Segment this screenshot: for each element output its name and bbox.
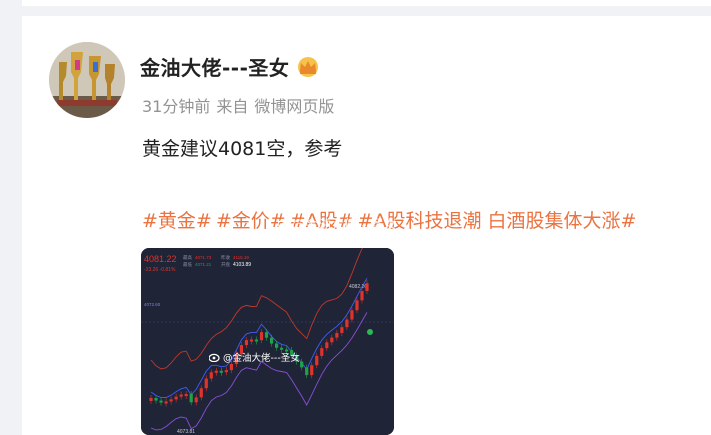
candle-body <box>174 396 178 400</box>
svg-text:4115.19: 4115.19 <box>233 255 249 260</box>
candle-body <box>164 401 168 404</box>
candle-body <box>209 372 213 379</box>
svg-text:4073.81: 4073.81 <box>177 429 195 435</box>
candle-body <box>365 283 369 291</box>
candle-body <box>315 355 319 366</box>
trophy-avatar-image <box>49 42 125 118</box>
svg-text:4071.21: 4071.21 <box>195 262 212 267</box>
topic-tag[interactable]: #黄金# <box>142 210 212 232</box>
candle-body <box>330 337 334 343</box>
candle-body <box>269 337 274 344</box>
weibo-post-card: 金油大佬---圣女 31分钟前 来自 微博网页版 黄金建议4081空，参考 #黄… <box>22 16 711 435</box>
svg-text:最低: 最低 <box>183 261 192 268</box>
topic-tag[interactable]: #金价# <box>216 210 286 232</box>
candle-body <box>259 332 264 341</box>
image-watermark: @金油大佬---圣女 <box>209 350 300 364</box>
candle-body <box>194 397 198 403</box>
candle-body <box>244 340 249 346</box>
candle-body <box>345 319 349 328</box>
post-time[interactable]: 31分钟前 <box>142 93 210 117</box>
candle-body <box>264 332 269 338</box>
post-meta: 31分钟前 来自 微博网页版 <box>142 93 334 117</box>
candle-body <box>199 388 203 398</box>
candle-body <box>320 348 324 356</box>
candle-body <box>224 370 228 373</box>
candle-body <box>149 398 153 401</box>
candle-body <box>360 290 364 301</box>
svg-text:4072.60: 4072.60 <box>144 302 161 307</box>
svg-text:开盘: 开盘 <box>221 261 230 268</box>
candle-body <box>305 367 309 376</box>
candle-body <box>274 343 279 348</box>
candle-body <box>350 310 354 320</box>
post-image-chart[interactable]: 4081.22 -33.26 -0.81% 最高 4071.73 最低 4071… <box>141 248 394 435</box>
candle-body <box>325 342 329 349</box>
candle-body <box>310 365 314 376</box>
candle-body <box>254 339 259 342</box>
candle-body <box>340 327 344 333</box>
candlestick-chart-image: 4081.22 -33.26 -0.81% 最高 4071.73 最低 4071… <box>141 248 394 435</box>
candle-body <box>169 399 173 402</box>
weibo-logo-icon <box>209 353 220 362</box>
watermark-text: @金油大佬---圣女 <box>292 218 398 233</box>
candle-body <box>179 394 183 397</box>
source-prefix: 来自 <box>216 97 249 116</box>
svg-text:4082.26: 4082.26 <box>349 284 367 290</box>
candle-body <box>335 332 339 338</box>
candle-body <box>355 300 359 311</box>
candle-body <box>154 398 158 401</box>
topic-tag[interactable]: #A股科技退潮 白酒股集体大涨# <box>358 210 637 232</box>
candle-body <box>159 400 163 403</box>
candle-body <box>189 394 193 403</box>
previous-card-edge <box>22 0 711 6</box>
crown-badge-icon[interactable] <box>295 56 321 78</box>
watermark-text: @金油大佬---圣女 <box>223 353 300 364</box>
candle-body <box>219 370 223 373</box>
weibo-logo-icon <box>278 219 289 228</box>
price-change: -33.26 -0.81% <box>144 267 176 273</box>
tag-overlay-watermark: @金油大佬---圣女 <box>278 214 397 233</box>
svg-text:4103.89: 4103.89 <box>233 262 251 268</box>
post-source[interactable]: 微博网页版 <box>254 93 334 117</box>
svg-text:最高: 最高 <box>183 254 192 261</box>
avatar[interactable] <box>49 42 125 118</box>
candle-body <box>300 361 304 368</box>
price-main: 4081.22 <box>144 254 177 264</box>
candle-body <box>204 378 208 389</box>
svg-text:4071.73: 4071.73 <box>195 255 212 260</box>
candle-body <box>249 339 254 342</box>
svg-text:昨收: 昨收 <box>221 254 230 261</box>
candle-body <box>184 394 188 397</box>
post-text: 黄金建议4081空，参考 <box>142 138 343 160</box>
candle-body <box>214 370 218 373</box>
candle-body <box>229 363 233 371</box>
author-name[interactable]: 金油大佬---圣女 <box>140 52 289 81</box>
